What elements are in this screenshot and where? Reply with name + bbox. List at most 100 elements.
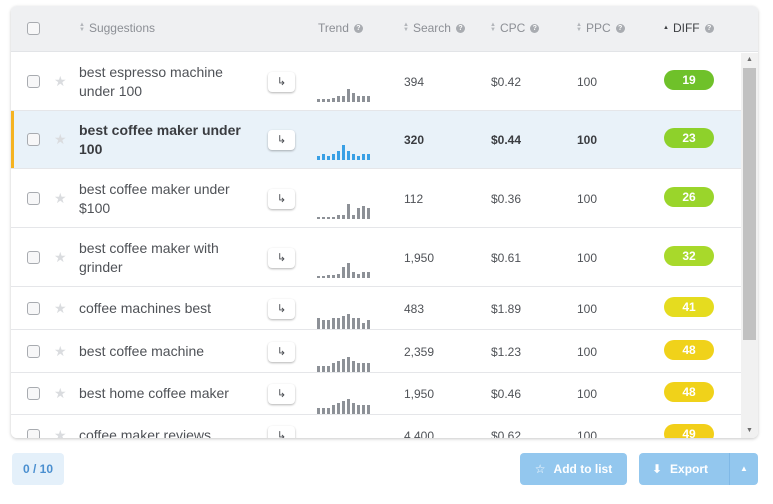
help-icon[interactable]: ?	[353, 23, 363, 33]
column-header-diff[interactable]: ▲ DIFF ?	[663, 21, 714, 35]
trend-bar	[352, 361, 355, 372]
vertical-scrollbar[interactable]: ▲ ▼	[741, 53, 758, 438]
column-header-suggestions[interactable]: ▲ ▼ Suggestions	[79, 21, 155, 35]
use-keyword-arrow-button[interactable]: ↳	[268, 248, 295, 268]
favorite-star-icon[interactable]: ★	[54, 343, 67, 360]
favorite-star-icon[interactable]: ★	[54, 249, 67, 266]
selection-counter: 0 / 10	[12, 453, 64, 485]
table-row[interactable]: ★ coffee maker reviews ↳ 4,400 $0.62 100 49	[11, 415, 741, 438]
ppc-value: 100	[577, 302, 598, 316]
keyword-text: best home coffee maker	[79, 385, 229, 401]
favorite-star-icon[interactable]: ★	[54, 427, 67, 438]
search-value: 1,950	[404, 387, 435, 401]
trend-bar	[347, 263, 350, 278]
export-dropdown-chevron-icon[interactable]: ▲	[729, 453, 758, 485]
select-all-checkbox[interactable]	[27, 22, 40, 35]
row-checkbox[interactable]	[27, 429, 40, 438]
scrollbar-thumb[interactable]	[743, 68, 756, 340]
favorite-star-icon[interactable]: ★	[54, 190, 67, 207]
table-row[interactable]: ★ best coffee machine ↳ 2,359 $1.23 100 48	[11, 330, 741, 373]
use-keyword-arrow-button[interactable]: ↳	[268, 189, 295, 209]
row-checkbox[interactable]	[27, 251, 40, 264]
trend-sparkline	[317, 263, 370, 278]
trend-bar	[332, 363, 335, 372]
favorite-star-icon[interactable]: ★	[54, 385, 67, 402]
ppc-value: 100	[577, 429, 598, 438]
use-keyword-arrow-button[interactable]: ↳	[268, 130, 295, 150]
table-row[interactable]: ★ best coffee maker with grinder ↳ 1,950 $0.…	[11, 228, 741, 287]
table-row[interactable]: ★ best home coffee maker ↳ 1,950 $0.46 100 48	[11, 373, 741, 415]
favorite-star-icon[interactable]: ★	[54, 300, 67, 317]
sort-icon: ▲ ▼	[490, 22, 496, 33]
search-value: 2,359	[404, 345, 435, 359]
column-header-cpc[interactable]: ▲ ▼ CPC ?	[490, 21, 540, 35]
keyword-text: best coffee maker with grinder	[79, 240, 219, 275]
column-header-search[interactable]: ▲ ▼ Search ?	[403, 21, 465, 35]
export-main[interactable]: ⬇ Export	[639, 453, 721, 485]
sort-icon: ▲ ▼	[79, 22, 85, 33]
sort-icon: ▲ ▼	[576, 22, 582, 33]
favorite-star-icon[interactable]: ★	[54, 131, 67, 148]
search-value: 320	[404, 133, 425, 147]
use-keyword-arrow-button[interactable]: ↳	[268, 299, 295, 319]
add-to-list-button[interactable]: ☆ Add to list	[520, 453, 627, 485]
ppc-value: 100	[577, 133, 598, 147]
trend-bar	[327, 275, 330, 278]
row-checkbox[interactable]	[27, 387, 40, 400]
favorite-star-icon[interactable]: ★	[54, 73, 67, 90]
sort-icon: ▲ ▼	[403, 22, 409, 33]
use-keyword-arrow-button[interactable]: ↳	[268, 342, 295, 362]
trend-bar	[352, 318, 355, 329]
trend-bar	[317, 318, 320, 329]
trend-bar	[327, 217, 330, 219]
trend-bar	[317, 156, 320, 160]
table-row[interactable]: ★ best coffee maker under $100 ↳ 112 $0.36 10…	[11, 169, 741, 228]
table-row[interactable]: ★ best espresso machine under 100 ↳ 394 $0.4…	[11, 53, 741, 111]
help-icon[interactable]: ?	[704, 23, 714, 33]
trend-bar	[327, 320, 330, 329]
trend-bar	[322, 154, 325, 160]
help-icon[interactable]: ?	[530, 23, 540, 33]
trend-bar	[367, 154, 370, 160]
trend-bar	[322, 408, 325, 414]
trend-bar	[367, 208, 370, 219]
trend-bar	[352, 215, 355, 219]
table-row[interactable]: ★ coffee machines best ↳ 483 $1.89 100 41	[11, 287, 741, 330]
help-icon[interactable]: ?	[615, 23, 625, 33]
ppc-value: 100	[577, 345, 598, 359]
row-checkbox[interactable]	[27, 302, 40, 315]
search-value: 4,400	[404, 429, 435, 438]
trend-bar	[352, 272, 355, 278]
export-button[interactable]: ⬇ Export ▲	[639, 453, 758, 485]
trend-bar	[332, 217, 335, 219]
search-value: 483	[404, 302, 425, 316]
use-keyword-arrow-button[interactable]: ↳	[268, 426, 295, 438]
trend-bar	[332, 275, 335, 278]
row-checkbox[interactable]	[27, 345, 40, 358]
help-icon[interactable]: ?	[455, 23, 465, 33]
table-row[interactable]: ★ best coffee maker under 100 ↳ 320 $0.44 100…	[11, 111, 741, 169]
trend-bar	[332, 98, 335, 102]
scroll-up-arrow-icon[interactable]: ▲	[741, 53, 758, 67]
ppc-value: 100	[577, 192, 598, 206]
row-checkbox[interactable]	[27, 133, 40, 146]
trend-bar	[352, 403, 355, 414]
trend-bar	[342, 359, 345, 372]
use-keyword-arrow-button[interactable]: ↳	[268, 72, 295, 92]
trend-bar	[352, 154, 355, 160]
trend-bar	[337, 318, 340, 329]
trend-bar	[357, 274, 360, 278]
column-header-ppc[interactable]: ▲ ▼ PPC ?	[576, 21, 625, 35]
use-keyword-arrow-button[interactable]: ↳	[268, 384, 295, 404]
trend-bar	[342, 267, 345, 278]
trend-bar	[317, 366, 320, 372]
trend-sparkline	[317, 145, 370, 160]
trend-bar	[317, 408, 320, 414]
scroll-down-arrow-icon[interactable]: ▼	[741, 424, 758, 438]
trend-bar	[337, 151, 340, 160]
row-checkbox[interactable]	[27, 192, 40, 205]
column-header-trend: Trend ?	[318, 21, 363, 35]
row-checkbox[interactable]	[27, 75, 40, 88]
trend-bar	[342, 215, 345, 219]
trend-sparkline	[317, 399, 370, 414]
